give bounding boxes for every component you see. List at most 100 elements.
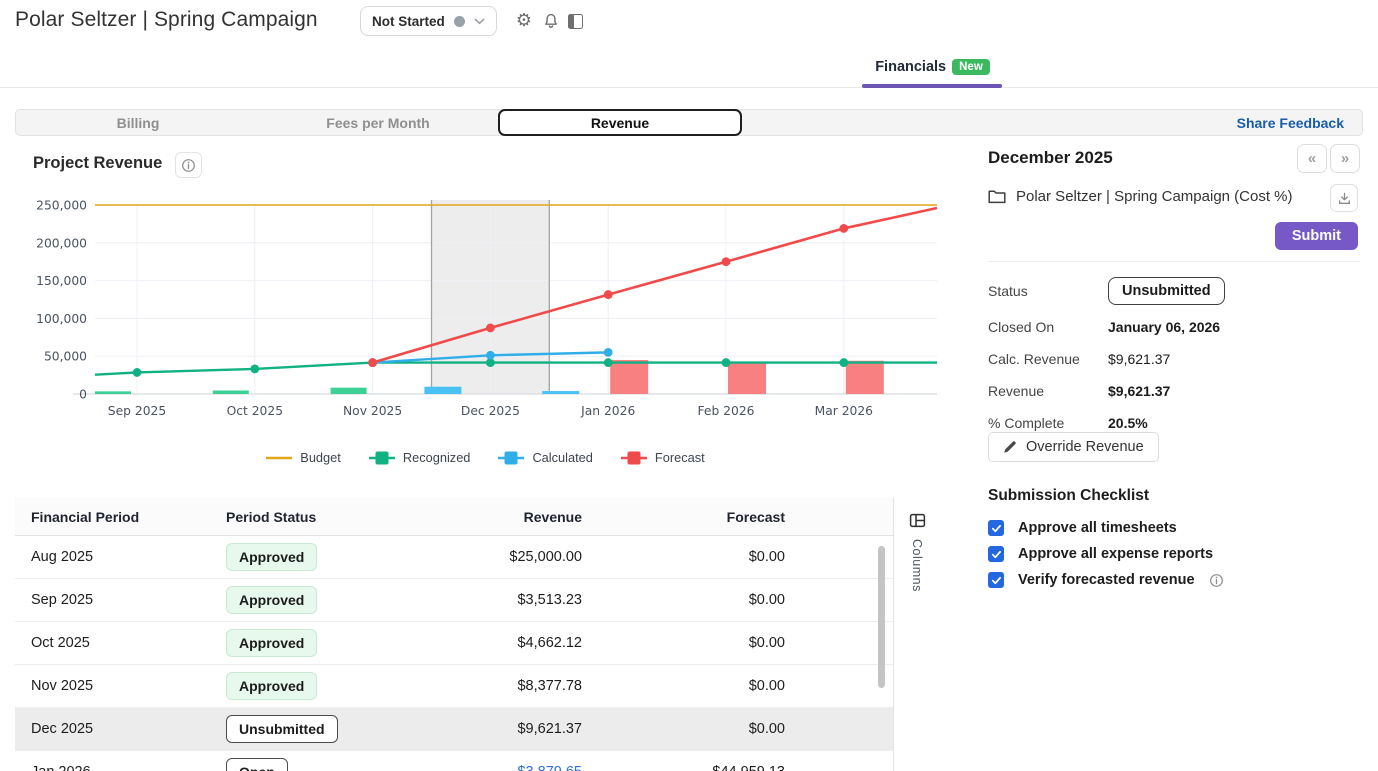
period-fields: StatusUnsubmittedClosed OnJanuary 06, 20… xyxy=(988,271,1360,439)
col-revenue: Revenue xyxy=(393,509,598,525)
status-dot-icon xyxy=(454,16,465,27)
checklist-item: Approve all expense reports xyxy=(988,546,1224,562)
period-detail-panel: December 2025 « » Polar Seltzer | Spring… xyxy=(988,140,1360,760)
revenue-cell[interactable]: $3,879.65 xyxy=(393,764,598,771)
subtab-fees-per-month[interactable]: Fees per Month xyxy=(258,110,498,135)
header-divider xyxy=(0,87,1378,88)
columns-panel-toggle[interactable]: Columns xyxy=(893,498,940,771)
svg-text:Sep 2025: Sep 2025 xyxy=(108,404,166,418)
period-cell: Jan 2026 xyxy=(15,764,210,771)
subtab-billing[interactable]: Billing xyxy=(18,110,258,135)
info-icon xyxy=(181,158,196,173)
svg-text:150,000: 150,000 xyxy=(36,274,87,288)
subtab-revenue[interactable]: Revenue xyxy=(498,109,742,136)
table-row[interactable]: Sep 2025Approved$3,513.23$0.00 xyxy=(15,579,893,622)
side-panel-toggle-icon[interactable] xyxy=(565,11,585,31)
previous-period-button[interactable]: « xyxy=(1297,144,1327,173)
svg-text:Jan 2026: Jan 2026 xyxy=(580,404,635,418)
period-status-badge: Approved xyxy=(226,672,317,700)
info-icon[interactable] xyxy=(1209,573,1224,588)
col-recognized: Recognized xyxy=(801,509,893,525)
share-feedback-link[interactable]: Share Feedback xyxy=(1237,110,1344,135)
chevron-down-icon xyxy=(474,18,485,25)
chart-title: Project Revenue xyxy=(33,154,162,173)
col-period-status: Period Status xyxy=(210,509,393,525)
period-status-badge: Approved xyxy=(226,629,317,657)
panel-divider xyxy=(988,261,1360,262)
checkbox[interactable] xyxy=(988,546,1004,562)
period-cell: Oct 2025 xyxy=(15,635,210,651)
override-revenue-label: Override Revenue xyxy=(1026,439,1144,455)
notifications-bell-icon[interactable] xyxy=(541,11,561,31)
legend-label: Budget xyxy=(300,450,341,465)
field-label: Status xyxy=(988,283,1108,299)
svg-text:Mar 2026: Mar 2026 xyxy=(815,404,874,418)
field-row-status: StatusUnsubmitted xyxy=(988,271,1360,311)
period-cell: Nov 2025 xyxy=(15,678,210,694)
submit-button[interactable]: Submit xyxy=(1275,222,1358,250)
field-row-revenue: Revenue$9,621.37 xyxy=(988,375,1360,407)
svg-text:Dec 2025: Dec 2025 xyxy=(461,404,520,418)
legend-item-budget[interactable]: Budget xyxy=(266,450,341,465)
svg-text:250,000: 250,000 xyxy=(36,199,87,213)
period-status-badge: Unsubmitted xyxy=(226,715,338,743)
legend-swatch-icon xyxy=(266,451,292,465)
svg-text:100,000: 100,000 xyxy=(36,312,87,326)
project-status-dropdown[interactable]: Not Started xyxy=(360,6,497,36)
field-value: January 06, 2026 xyxy=(1108,319,1220,335)
period-status-badge: Approved xyxy=(226,586,317,614)
columns-grid-icon xyxy=(909,512,926,529)
field-value: $9,621.37 xyxy=(1108,351,1170,367)
columns-label: Columns xyxy=(910,539,924,592)
checklist-item: Verify forecasted revenue xyxy=(988,572,1224,588)
field-row-closed-on: Closed OnJanuary 06, 2026 xyxy=(988,311,1360,343)
project-status-label: Not Started xyxy=(372,14,445,29)
table-row[interactable]: Dec 2025Unsubmitted$9,621.37$0.00 xyxy=(15,708,893,751)
override-revenue-button[interactable]: Override Revenue xyxy=(988,432,1159,462)
table-scrollbar[interactable] xyxy=(878,546,885,688)
svg-text:Nov 2025: Nov 2025 xyxy=(343,404,402,418)
table-row[interactable]: Jan 2026Open$3,879.65$44,959.13 xyxy=(15,751,893,771)
revenue-cell: $4,662.12 xyxy=(393,635,598,651)
forecast-cell: $0.00 xyxy=(598,592,801,608)
settings-icon[interactable]: ⚙ xyxy=(514,11,534,31)
table-row[interactable]: Aug 2025Approved$25,000.00$0.00 xyxy=(15,536,893,579)
legend-item-recognized[interactable]: Recognized xyxy=(369,450,471,465)
legend-swatch-icon xyxy=(498,451,524,465)
svg-text:Oct 2025: Oct 2025 xyxy=(227,404,283,418)
period-status-badge: Approved xyxy=(226,543,317,571)
next-period-button[interactable]: » xyxy=(1330,144,1360,173)
financials-subtab-bar: Billing Fees per Month Revenue Share Fee… xyxy=(15,109,1363,136)
table-row[interactable]: Nov 2025Approved$8,377.78$0.00 xyxy=(15,665,893,708)
active-tab-underline xyxy=(862,84,1002,88)
download-button[interactable] xyxy=(1330,184,1358,212)
check-icon xyxy=(991,575,1002,586)
svg-text:Feb 2026: Feb 2026 xyxy=(698,404,755,418)
legend-item-calculated[interactable]: Calculated xyxy=(498,450,592,465)
pencil-icon xyxy=(1003,440,1017,454)
field-label: Closed On xyxy=(988,319,1108,335)
checkbox[interactable] xyxy=(988,520,1004,536)
legend-item-forecast[interactable]: Forecast xyxy=(621,450,705,465)
table-row[interactable]: Oct 2025Approved$4,662.12$0.00 xyxy=(15,622,893,665)
financial-periods-table: Financial Period Period Status Revenue F… xyxy=(15,498,940,771)
checklist-label: Approve all expense reports xyxy=(1018,546,1213,562)
forecast-cell: $0.00 xyxy=(598,549,801,565)
legend-swatch-icon xyxy=(621,451,647,465)
chart-info-button[interactable] xyxy=(175,152,202,178)
checklist-label: Verify forecasted revenue xyxy=(1018,572,1195,588)
tab-financials-label: Financials xyxy=(875,59,946,75)
field-row-calc-revenue: Calc. Revenue$9,621.37 xyxy=(988,343,1360,375)
chart-legend: Budget Recognized Calculated Forecast xyxy=(33,450,938,465)
svg-text:0: 0 xyxy=(79,388,87,402)
svg-text:200,000: 200,000 xyxy=(36,236,87,250)
submission-checklist-title: Submission Checklist xyxy=(988,487,1149,505)
legend-label: Calculated xyxy=(532,450,592,465)
page-title: Polar Seltzer | Spring Campaign xyxy=(15,8,318,32)
checkbox[interactable] xyxy=(988,572,1004,588)
checklist-item: Approve all timesheets xyxy=(988,520,1224,536)
revenue-cell: $25,000.00 xyxy=(393,549,598,565)
field-value: Unsubmitted xyxy=(1108,277,1225,305)
folder-icon xyxy=(988,189,1006,204)
tab-financials[interactable]: FinancialsNew xyxy=(860,58,1005,76)
